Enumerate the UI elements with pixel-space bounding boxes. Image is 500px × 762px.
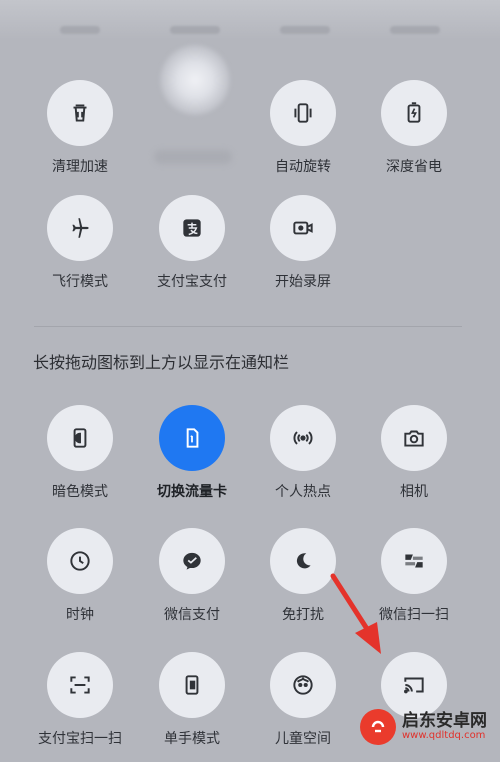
blurred-icon <box>160 45 230 115</box>
tile-label: 时钟 <box>66 607 94 623</box>
tile-label: 自动旋转 <box>275 159 331 175</box>
kids-space-icon <box>270 652 336 718</box>
top-fade <box>0 0 500 40</box>
tile-clock[interactable]: 时钟 <box>25 528 135 638</box>
tile-one-hand-mode[interactable]: 单手模式 <box>137 652 247 762</box>
alipay-scan-icon <box>47 652 113 718</box>
tile-label: 暗色模式 <box>52 484 108 500</box>
tile-label: 飞行模式 <box>52 274 108 290</box>
tile-label: 个人热点 <box>275 484 331 500</box>
tile-label: 支付宝扫一扫 <box>38 731 122 747</box>
watermark-logo <box>360 708 396 745</box>
dark-mode-icon <box>47 405 113 471</box>
tile-auto-rotate[interactable]: 自动旋转 <box>248 80 358 190</box>
airplane-icon <box>47 195 113 261</box>
drag-hint: 长按拖动图标到上方以显示在通知栏 <box>33 353 290 372</box>
tile-hotspot[interactable]: 个人热点 <box>248 405 358 515</box>
tile-label: 深度省电 <box>386 159 442 175</box>
tile-label: 切换流量卡 <box>157 484 227 500</box>
tile-screen-record[interactable]: 开始录屏 <box>248 195 358 305</box>
tile-switch-data-sim[interactable]: 切换流量卡 <box>137 405 247 515</box>
tile-alipay-scan[interactable]: 支付宝扫一扫 <box>25 652 135 762</box>
sim-card-icon <box>159 405 225 471</box>
wechat-pay-icon <box>159 528 225 594</box>
hotspot-icon <box>270 405 336 471</box>
tile-label: 开始录屏 <box>275 274 331 290</box>
tile-kids-space[interactable]: 儿童空间 <box>248 652 358 762</box>
clock-icon <box>47 528 113 594</box>
watermark-title: 启东安卓网 <box>402 710 487 731</box>
battery-saver-icon <box>381 80 447 146</box>
tile-dark-mode[interactable]: 暗色模式 <box>25 405 135 515</box>
blurred-label <box>154 150 232 164</box>
screen-record-icon <box>270 195 336 261</box>
rotate-icon <box>270 80 336 146</box>
tile-cleanup[interactable]: 清理加速 <box>25 80 135 190</box>
one-hand-icon <box>159 652 225 718</box>
tile-label: 清理加速 <box>52 159 108 175</box>
camera-icon <box>381 405 447 471</box>
tile-label: 微信支付 <box>164 607 220 623</box>
watermark-url: www.qdltdq.com <box>402 730 486 742</box>
tile-wechat-pay[interactable]: 微信支付 <box>137 528 247 638</box>
alipay-icon <box>159 195 225 261</box>
tile-deep-power-save[interactable]: 深度省电 <box>359 80 469 190</box>
tile-alipay-pay[interactable]: 支付宝支付 <box>137 195 247 305</box>
tile-label: 相机 <box>400 484 428 500</box>
tile-label: 儿童空间 <box>275 731 331 747</box>
tile-camera[interactable]: 相机 <box>359 405 469 515</box>
tile-label: 单手模式 <box>164 731 220 747</box>
annotation-arrow <box>330 573 381 654</box>
tile-airplane-mode[interactable]: 飞行模式 <box>25 195 135 305</box>
watermark: 启东安卓网 www.qdltdq.com <box>360 702 500 751</box>
trash-icon <box>47 80 113 146</box>
divider <box>34 326 462 327</box>
tile-label: 支付宝支付 <box>157 274 227 290</box>
